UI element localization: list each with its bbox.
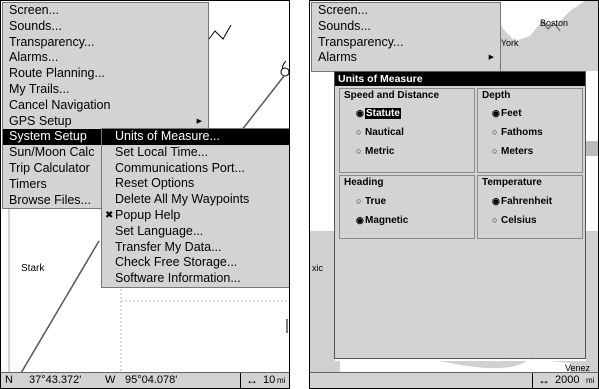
group-depth: Depth ◉Feet ○ Fathoms ○ Meters	[477, 88, 583, 173]
submenu-item-reset-options[interactable]: Reset Options	[102, 176, 289, 192]
menu-item-screen[interactable]: Screen...	[3, 3, 208, 19]
radio-empty-icon: ○	[356, 196, 362, 206]
latitude-direction: N	[5, 374, 13, 386]
status-divider	[532, 373, 533, 388]
submenu-item-communications-port[interactable]: Communications Port...	[102, 161, 289, 177]
map-label-xic: xic	[312, 263, 323, 273]
submenu-arrow-icon: ▶	[196, 117, 202, 125]
right-gps-screen: Boston v York xic Venez Screen... Sounds…	[309, 0, 599, 389]
group-title-speed: Speed and Distance	[344, 90, 440, 101]
status-bar: N 37°43.372' W 95°04.078' ↔ 10 mi	[1, 372, 289, 388]
map-scale-value: 10	[263, 374, 276, 386]
group-title-depth: Depth	[482, 90, 511, 101]
menu-item-transparency[interactable]: Transparency...	[3, 35, 208, 51]
check-icon: ✖	[105, 209, 114, 221]
radio-true[interactable]: ○ True	[356, 195, 386, 208]
horizontal-double-arrow-icon: ↔	[246, 373, 258, 387]
radio-meters[interactable]: ○ Meters	[492, 145, 533, 158]
radio-fahrenheit[interactable]: ◉Fahrenheit	[492, 195, 552, 208]
group-heading: Heading ○ True ◉Magnetic	[339, 175, 475, 239]
longitude-direction: W	[105, 374, 116, 386]
menu-item-route-planning[interactable]: Route Planning...	[3, 66, 208, 82]
radio-empty-icon: ○	[356, 127, 362, 137]
radio-selected-icon: ◉	[356, 108, 364, 118]
dialog-title: Units of Measure	[335, 72, 585, 86]
submenu-item-units-of-measure[interactable]: Units of Measure...	[102, 129, 289, 145]
system-setup-submenu: Units of Measure... Set Local Time... Co…	[101, 128, 289, 288]
menu-item-transparency[interactable]: Transparency...	[312, 35, 500, 51]
group-title-temperature: Temperature	[482, 177, 542, 188]
submenu-item-delete-all-waypoints[interactable]: Delete All My Waypoints	[102, 192, 289, 208]
submenu-item-check-free-storage[interactable]: Check Free Storage...	[102, 255, 289, 271]
radio-selected-icon: ◉	[356, 215, 364, 225]
radio-metric[interactable]: ○ Metric	[356, 145, 394, 158]
menu-item-my-trails[interactable]: My Trails...	[3, 82, 208, 98]
menu-item-alarms[interactable]: Alarms ▶	[312, 50, 500, 66]
submenu-item-popup-help[interactable]: ✖ Popup Help	[102, 208, 289, 224]
submenu-arrow-icon: ▶	[488, 54, 494, 62]
radio-fathoms[interactable]: ○ Fathoms	[492, 126, 543, 139]
group-speed-and-distance: Speed and Distance ◉ Statute ○ Nautical ○ M…	[339, 88, 475, 173]
radio-empty-icon: ○	[492, 127, 498, 137]
group-title-heading: Heading	[344, 177, 384, 188]
map-scale-unit: mi	[277, 376, 286, 385]
units-of-measure-dialog: Units of Measure Speed and Distance ◉ Sta…	[334, 71, 586, 359]
radio-feet[interactable]: ◉Feet	[492, 107, 522, 120]
radio-selected-icon: ◉	[492, 196, 500, 206]
horizontal-double-arrow-icon: ↔	[538, 373, 550, 387]
main-menu-background: Screen... Sounds... Transparency... Alar…	[311, 2, 501, 72]
menu-item-gps-setup[interactable]: GPS Setup ▶	[3, 114, 208, 130]
map-place-label: Stark	[21, 263, 45, 274]
menu-item-sounds[interactable]: Sounds...	[3, 19, 208, 35]
radio-empty-icon: ○	[492, 146, 498, 156]
submenu-item-transfer-my-data[interactable]: Transfer My Data...	[102, 240, 289, 256]
radio-magnetic[interactable]: ◉Magnetic	[356, 214, 408, 227]
latitude-value: 37°43.372'	[29, 374, 82, 386]
submenu-item-software-information[interactable]: Software Information...	[102, 271, 289, 287]
radio-empty-icon: ○	[492, 215, 498, 225]
status-bar: ↔ 2000 mi	[310, 372, 598, 388]
left-gps-screen: Stark Screen... Sounds... Transparency..…	[0, 0, 290, 389]
radio-nautical[interactable]: ○ Nautical	[356, 126, 404, 139]
menu-item-sounds[interactable]: Sounds...	[312, 19, 500, 35]
longitude-value: 95°04.078'	[125, 374, 178, 386]
radio-celsius[interactable]: ○ Celsius	[492, 214, 537, 227]
submenu-item-set-local-time[interactable]: Set Local Time...	[102, 145, 289, 161]
map-label-boston: Boston	[540, 18, 569, 28]
radio-statute[interactable]: ◉ Statute	[356, 107, 401, 120]
submenu-item-set-language[interactable]: Set Language...	[102, 224, 289, 240]
menu-item-screen[interactable]: Screen...	[312, 3, 500, 19]
radio-empty-icon: ○	[356, 146, 362, 156]
group-temperature: Temperature ◉Fahrenheit ○ Celsius	[477, 175, 583, 239]
map-scale-value: 2000	[555, 374, 580, 386]
radio-selected-icon: ◉	[492, 108, 500, 118]
map-scale-unit: mi	[586, 376, 595, 385]
menu-item-cancel-navigation[interactable]: Cancel Navigation	[3, 98, 208, 114]
menu-item-alarms[interactable]: Alarms...	[3, 50, 208, 66]
status-divider	[240, 373, 241, 388]
